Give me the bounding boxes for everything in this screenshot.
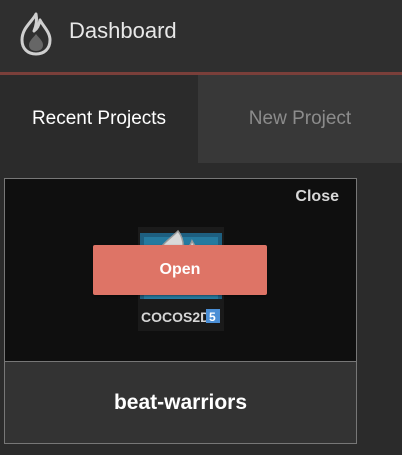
project-card[interactable]: COCOS2D 5 Close Open beat-warriors: [4, 178, 357, 444]
app-header: Dashboard: [0, 0, 402, 72]
project-name-area: beat-warriors: [5, 362, 356, 443]
close-button[interactable]: Close: [295, 188, 339, 206]
project-thumbnail-area: COCOS2D 5 Close Open: [5, 179, 356, 361]
project-tabs: Recent Projects New Project: [0, 75, 402, 163]
cocos-flame-logo-icon: [20, 12, 52, 56]
open-button[interactable]: Open: [93, 245, 267, 295]
tab-recent-projects[interactable]: Recent Projects: [0, 75, 198, 163]
app-title: Dashboard: [69, 18, 177, 43]
tab-new-project[interactable]: New Project: [198, 75, 402, 163]
cocos-thumb-badge: 5: [209, 310, 216, 324]
cocos-thumb-text: COCOS2D: [141, 309, 210, 325]
project-name: beat-warriors: [113, 390, 248, 414]
